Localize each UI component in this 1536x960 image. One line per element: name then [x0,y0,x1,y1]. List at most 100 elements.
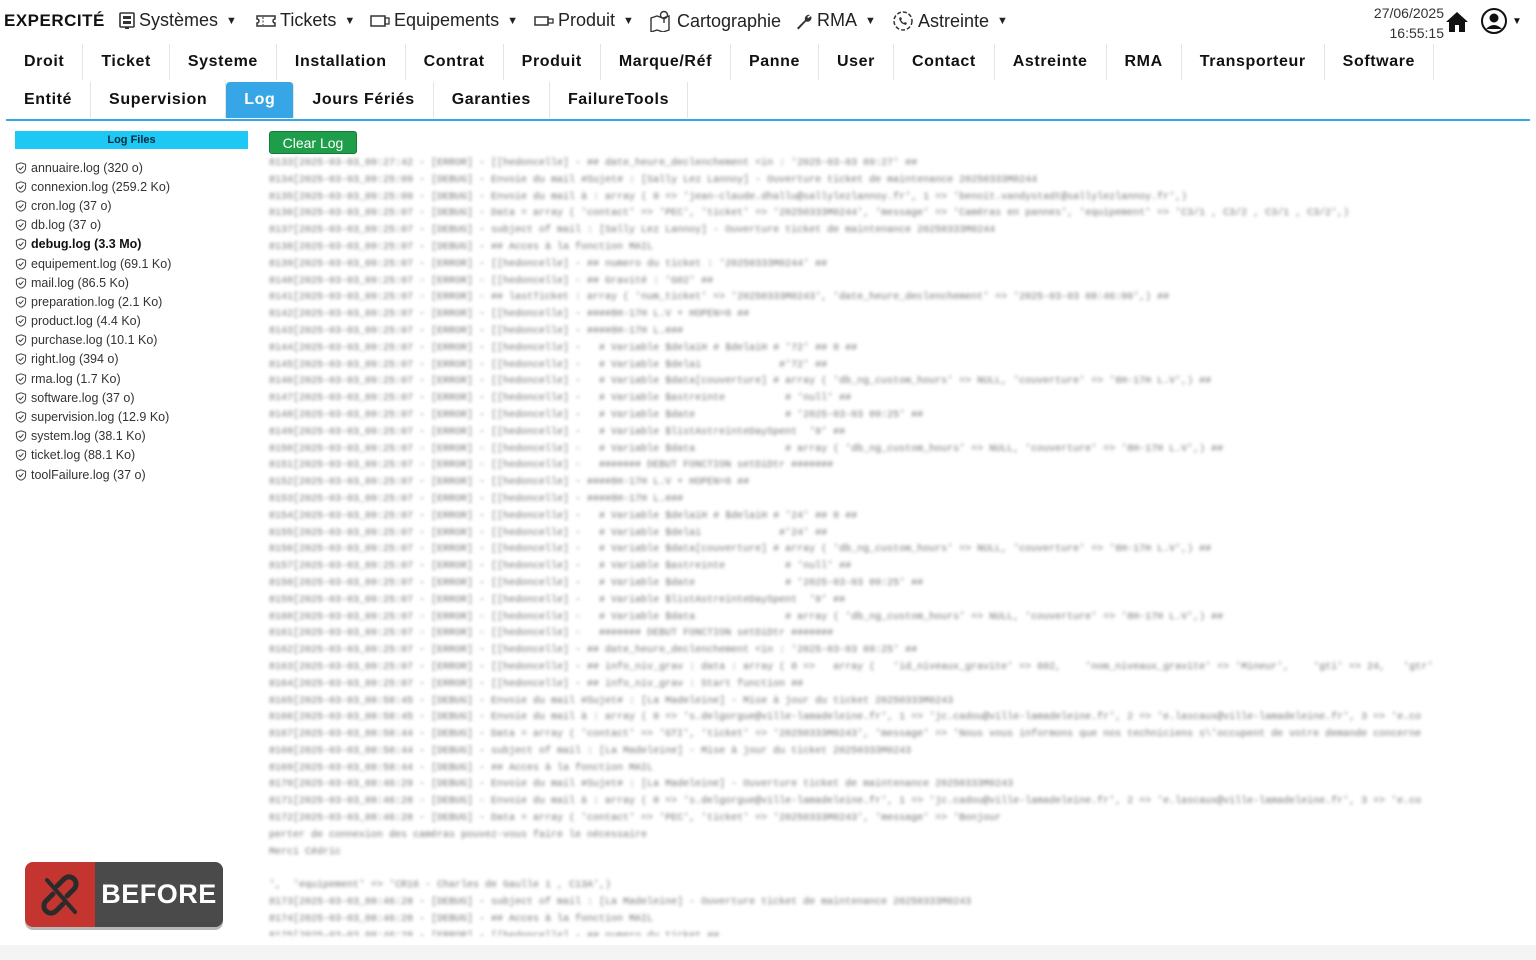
log-file-item[interactable]: purchase.log (10.1 Ko) [15,331,171,350]
log-file-item[interactable]: right.log (394 o) [15,350,171,369]
log-file-item[interactable]: software.log (37 o) [15,388,171,407]
clear-log-button[interactable]: Clear Log [269,131,357,154]
app-logo[interactable]: EXPERCITÉ [4,11,105,31]
log-line: 8141[2025-03-03_09:25:07 - [ERROR] - ## … [269,292,1170,304]
chevron-down-icon[interactable]: ▼ [1512,16,1522,27]
tab-contact[interactable]: Contact [894,44,995,80]
menu-label: Equipements [394,10,500,30]
log-file-item[interactable]: preparation.log (2.1 Ko) [15,292,171,311]
tab-user[interactable]: User [819,44,894,80]
log-file-item[interactable]: ticket.log (88.1 Ko) [15,446,171,465]
tab-produit[interactable]: Produit [504,44,601,80]
log-file-label: annuaire.log (320 o) [31,160,143,175]
menu-tickets[interactable]: Tickets ▼ [256,10,355,31]
log-file-item[interactable]: equipement.log (69.1 Ko) [15,254,171,273]
log-line: 8170[2025-03-03_08:46:29 - [DEBUG] - Env… [269,779,1014,791]
log-line: 8134[2025-03-03_09:25:09 - [DEBUG] - Env… [269,174,1038,186]
tab-transporteur[interactable]: Transporteur [1182,44,1325,80]
log-line: 8148[2025-03-03_09:25:07 - [ERROR] - [[h… [269,409,924,421]
tab-jours-feries[interactable]: Jours Fériés [294,82,434,118]
log-file-item[interactable]: connexion.log (259.2 Ko) [15,177,171,196]
log-file-item[interactable]: system.log (38.1 Ko) [15,427,171,446]
log-file-label: supervision.log (12.9 Ko) [31,410,170,425]
menu-cartographie[interactable]: Cartographie [649,10,781,32]
menu-label: Astreinte [918,10,990,31]
menu-rma[interactable]: RMA ▼ [795,10,876,31]
tab-installation[interactable]: Installation [277,44,406,80]
before-label: BEFORE [95,862,223,927]
shield-check-icon [15,334,27,347]
log-line: 8133[2025-03-03_09:27:42 - [ERROR] - [[h… [269,158,918,169]
log-file-item[interactable]: supervision.log (12.9 Ko) [15,407,171,426]
datetime-display: 27/06/2025 16:55:15 [1374,3,1444,43]
tab-entite[interactable]: Entité [6,82,92,118]
shield-check-icon [15,372,27,385]
log-line: Merci Cédric [269,846,342,858]
chevron-down-icon: ▼ [997,15,1008,27]
tab-ticket[interactable]: Ticket [83,44,170,80]
shield-check-icon [15,276,27,289]
menu-label: Cartographie [677,10,782,31]
broken-link-icon [25,862,95,927]
tab-systeme[interactable]: Systeme [170,44,277,80]
tab-astreinte[interactable]: Astreinte [995,44,1107,80]
menu-label: Produit [558,10,616,30]
log-line: 8160[2025-03-03_09:25:07 - [ERROR] - [[h… [269,611,1224,623]
menu-equipements[interactable]: Equipements ▼ [370,10,518,31]
log-content[interactable]: 8133[2025-03-03_09:27:42 - [ERROR] - [[h… [269,156,1524,936]
current-time: 16:55:15 [1389,25,1445,41]
tab-garanties[interactable]: Garanties [434,82,550,118]
log-line: 8144[2025-03-03_09:25:07 - [ERROR] - [[h… [269,342,858,354]
menu-label: Tickets [280,10,337,30]
log-line: 8135[2025-03-03_09:25:09 - [DEBUG] - Env… [269,191,1188,203]
tab-supervision[interactable]: Supervision [91,82,227,118]
log-line: 8168[2025-03-03_08:58:44 - [DEBUG] - sub… [269,745,912,757]
log-file-item[interactable]: debug.log (3.3 Mo) [15,235,171,254]
log-line: ', 'equipement' => 'CR16 - Charles de Ga… [269,880,612,892]
product-icon [534,14,554,28]
shield-check-icon [15,161,27,174]
log-file-item[interactable]: db.log (37 o) [15,216,171,235]
shield-check-icon [15,468,27,481]
log-file-label: mail.log (86.5 Ko) [31,275,129,290]
tab-failuretools[interactable]: FailureTools [550,82,689,118]
log-file-item[interactable]: mail.log (86.5 Ko) [15,273,171,292]
log-file-label: ticket.log (88.1 Ko) [31,448,136,463]
shield-check-icon [15,430,27,442]
log-line: 8161[2025-03-03_09:25:07 - [ERROR] - [[h… [269,628,834,640]
menu-astreinte[interactable]: Astreinte ▼ [892,10,1008,32]
menu-systemes[interactable]: Systèmes ▼ [119,10,237,31]
log-line: 8156[2025-03-03_09:25:07 - [ERROR] - [[h… [269,544,1212,556]
user-avatar-icon[interactable] [1480,7,1508,40]
log-line: 8155[2025-03-03_09:25:07 - [ERROR] - [[h… [269,527,828,539]
log-line: 8175[2025-03-03_08:46:28 - [ERROR] - [[h… [269,929,1524,936]
log-files-header: Log Files [15,131,248,149]
log-file-item[interactable]: product.log (4.4 Ko) [15,312,171,331]
log-line: 8143[2025-03-03_09:25:07 - [ERROR] - [[h… [269,325,684,337]
screen-icon [370,14,390,28]
log-line: 8150[2025-03-03_09:25:07 - [ERROR] - [[h… [269,443,1224,455]
log-file-label: toolFailure.log (37 o) [31,467,146,482]
tab-droit[interactable]: Droit [6,44,84,80]
log-line: 8165[2025-03-03_08:58:45 - [DEBUG] - Env… [269,695,954,707]
tab-log[interactable]: Log [226,82,295,118]
tab-software[interactable]: Software [1325,44,1435,80]
log-line: 8157[2025-03-03_09:25:07 - [ERROR] - [[h… [269,561,852,573]
log-line: 8164[2025-03-03_09:25:07 - [ERROR] - [[h… [269,678,804,690]
log-file-item[interactable]: cron.log (37 o) [15,196,171,215]
tab-rma[interactable]: RMA [1107,44,1182,80]
tab-marque-ref[interactable]: Marque/Réf [601,44,731,80]
log-file-item[interactable]: annuaire.log (320 o) [15,158,171,177]
log-file-item[interactable]: toolFailure.log (37 o) [15,465,171,484]
ticket-icon [256,14,276,28]
log-file-item[interactable]: rma.log (1.7 Ko) [15,369,171,388]
tab-panne[interactable]: Panne [731,44,820,80]
tab-contrat[interactable]: Contrat [406,44,504,80]
chevron-down-icon: ▼ [507,14,518,27]
menu-label: RMA [817,10,857,30]
log-line: 8137[2025-03-03_09:25:07 - [DEBUG] - sub… [269,225,996,237]
tabs-row-1: Droit Ticket Systeme Installation Contra… [6,44,1435,80]
menu-produit[interactable]: Produit ▼ [534,10,634,31]
home-icon[interactable] [1445,11,1469,38]
